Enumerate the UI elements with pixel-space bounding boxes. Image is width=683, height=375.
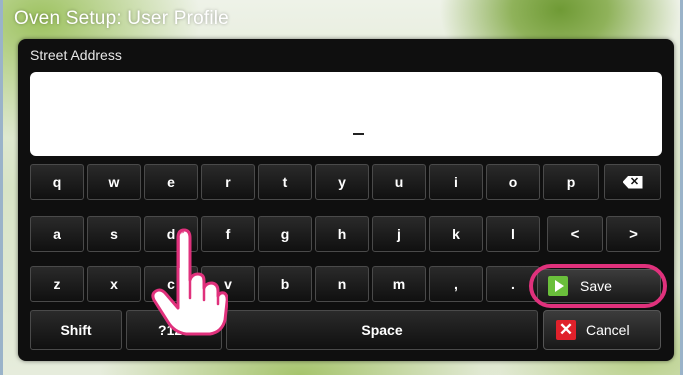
street-address-input[interactable]: [30, 72, 662, 156]
hand-pointer-icon: [151, 228, 228, 336]
key-j[interactable]: j: [372, 216, 426, 252]
keyboard-panel: Street Address q w e r t y u i o p ✕ a s…: [18, 39, 674, 361]
key-g[interactable]: g: [258, 216, 312, 252]
field-label: Street Address: [30, 47, 122, 63]
text-cursor: [353, 133, 364, 135]
key-n[interactable]: n: [315, 266, 369, 302]
key-t[interactable]: t: [258, 164, 312, 200]
right-arrow-key[interactable]: >: [606, 216, 661, 252]
key-y[interactable]: y: [315, 164, 369, 200]
key-m[interactable]: m: [372, 266, 426, 302]
space-key[interactable]: Space: [226, 310, 538, 350]
key-s[interactable]: s: [87, 216, 141, 252]
left-arrow-key[interactable]: <: [547, 216, 603, 252]
key-b[interactable]: b: [258, 266, 312, 302]
key-h[interactable]: h: [315, 216, 369, 252]
key-i[interactable]: i: [429, 164, 483, 200]
key-a[interactable]: a: [30, 216, 84, 252]
key-r[interactable]: r: [201, 164, 255, 200]
key-p[interactable]: p: [543, 164, 599, 200]
key-l[interactable]: l: [486, 216, 540, 252]
shift-key[interactable]: Shift: [30, 310, 122, 350]
key-z[interactable]: z: [30, 266, 84, 302]
key-x[interactable]: x: [87, 266, 141, 302]
cancel-button[interactable]: ✕ Cancel: [543, 310, 661, 350]
close-icon: ✕: [556, 320, 576, 340]
key-u[interactable]: u: [372, 164, 426, 200]
key-o[interactable]: o: [486, 164, 540, 200]
key-q[interactable]: q: [30, 164, 84, 200]
window-title: Oven Setup: User Profile: [14, 8, 229, 29]
cancel-label: Cancel: [586, 322, 630, 338]
key-w[interactable]: w: [87, 164, 141, 200]
window-left-border: [0, 0, 3, 375]
key-e[interactable]: e: [144, 164, 198, 200]
key-k[interactable]: k: [429, 216, 483, 252]
key-comma[interactable]: ,: [429, 266, 483, 302]
backspace-icon: ✕: [622, 175, 643, 189]
save-highlight-ring: [529, 264, 667, 308]
backspace-key[interactable]: ✕: [604, 164, 661, 200]
